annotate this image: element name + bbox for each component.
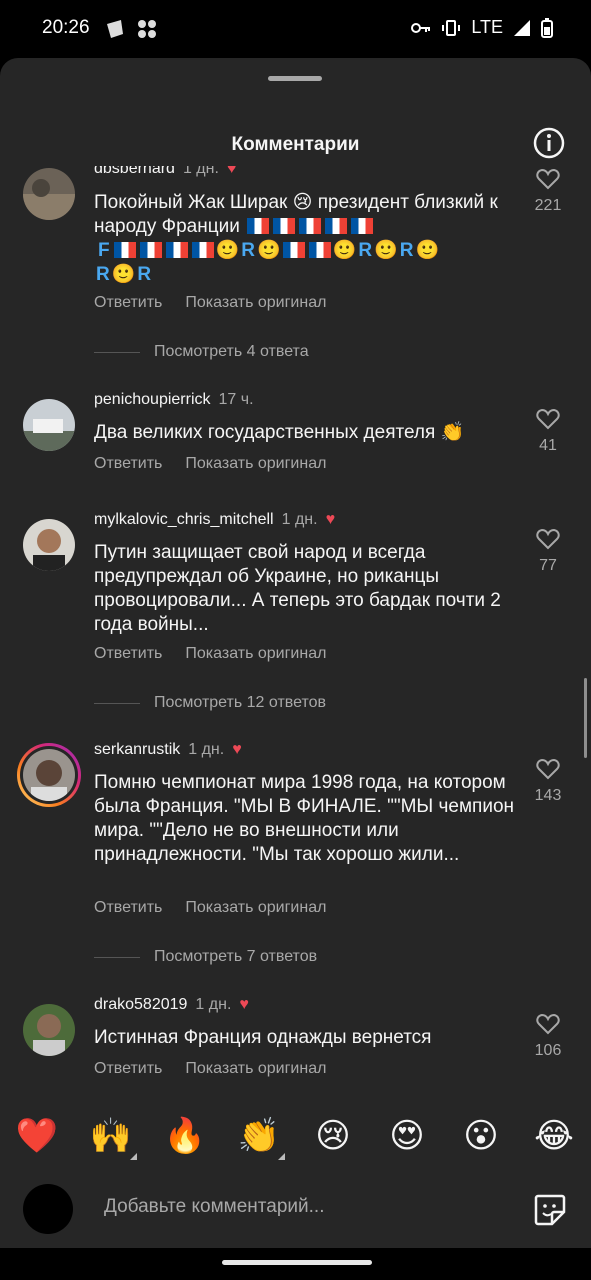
like-count: 41 [539, 437, 557, 454]
comment-time: 17 ч. [218, 391, 254, 408]
comment-username[interactable]: drako582019 [94, 996, 187, 1014]
status-system-icons: LTE [411, 17, 553, 38]
drag-handle[interactable] [268, 76, 322, 81]
show-original-button[interactable]: Показать оригинал [185, 455, 326, 473]
like-control[interactable]: 106 [528, 1013, 568, 1060]
comment-username[interactable]: mylkalovic_chris_mitchell [94, 511, 274, 529]
like-control[interactable]: 221 [528, 168, 568, 215]
show-original-button[interactable]: Показать оригинал [185, 645, 326, 663]
avatar[interactable] [23, 399, 75, 451]
comment-username[interactable]: serkanrustik [94, 741, 180, 759]
emoji-art-row: F 🙂 R 🙂 🙂 R 🙂 R 🙂 [98, 240, 440, 261]
scrollbar[interactable] [584, 678, 587, 758]
creator-heart-icon: ♥ [239, 996, 249, 1013]
heart-outline-icon[interactable] [536, 1013, 560, 1035]
creator-heart-icon: ♥ [226, 166, 237, 177]
comment-username[interactable]: penichoupierrick [94, 391, 211, 409]
status-time: 20:26 [42, 17, 90, 38]
reply-button[interactable]: Ответить [94, 455, 162, 473]
avatar[interactable] [23, 168, 75, 220]
story-avatar[interactable] [17, 743, 81, 807]
sheet-title: Комментарии [231, 134, 360, 155]
emoji-laugh-button[interactable]: 😂 [532, 1116, 576, 1156]
show-original-button[interactable]: Показать оригинал [185, 294, 326, 312]
shield-icon [107, 20, 123, 38]
home-gesture-handle[interactable] [222, 1260, 372, 1265]
like-count: 106 [534, 1042, 562, 1059]
my-avatar [23, 1184, 73, 1234]
comment-text: Помню чемпионат мира 1998 года, на котор… [94, 772, 515, 865]
like-control[interactable]: 143 [528, 758, 568, 805]
view-replies-label[interactable]: Посмотреть 7 ответов [154, 948, 317, 966]
comment-time: 1 дн. [195, 996, 232, 1013]
comment-time: 1 дн. [182, 166, 219, 177]
status-bar: 20:26 LTE [0, 0, 591, 58]
reply-button[interactable]: Ответить [94, 899, 162, 917]
info-icon[interactable] [532, 126, 566, 160]
emoji-heart-eyes-button[interactable]: 😍 [385, 1116, 429, 1156]
heart-outline-icon[interactable] [536, 528, 560, 550]
apps-icon [138, 20, 156, 38]
view-replies[interactable]: Посмотреть 7 ответов [94, 948, 317, 966]
comment-text: Истинная Франция однажды вернется [94, 1027, 432, 1048]
creator-heart-icon: ♥ [232, 741, 242, 758]
key-icon [411, 22, 431, 33]
emoji-cry-button[interactable]: 😢 [311, 1116, 355, 1156]
view-replies[interactable]: Посмотреть 4 ответа [94, 343, 309, 361]
show-original-button[interactable]: Показать оригинал [185, 1060, 326, 1078]
comment-text: Путин защищает свой народ и всегда преду… [94, 542, 501, 635]
view-replies-label[interactable]: Посмотреть 12 ответов [154, 694, 326, 712]
comments-sheet: Комментарии dbsbernard 1 дн. ♥ Покойный … [0, 58, 591, 1248]
navigation-bar [0, 1248, 591, 1280]
like-count: 221 [534, 197, 562, 214]
comment-time: 1 дн. [188, 741, 225, 758]
vibrate-icon [442, 19, 461, 36]
view-replies-label[interactable]: Посмотреть 4 ответа [154, 343, 309, 361]
flag-emoji-row [245, 216, 375, 237]
comment-text: Два великих государственных деятеля 👏 [94, 422, 465, 443]
view-replies[interactable]: Посмотреть 12 ответов [94, 694, 326, 712]
comment-composer: Добавьте комментарий... [0, 1176, 591, 1248]
comment-username[interactable]: dbsbernard [94, 166, 175, 178]
emoji-wow-button[interactable]: 😮 [459, 1116, 503, 1156]
comment-time: 1 дн. [281, 511, 318, 528]
comments-list[interactable]: dbsbernard 1 дн. ♥ Покойный Жак Ширак 😢 … [0, 166, 591, 1106]
emoji-clap-button[interactable]: 👏 [237, 1116, 285, 1160]
reply-button[interactable]: Ответить [94, 1060, 162, 1078]
emoji-raised-hands-button[interactable]: 🙌 [89, 1116, 137, 1160]
battery-icon [541, 17, 553, 38]
heart-outline-icon[interactable] [536, 168, 560, 190]
emoji-heart-button[interactable]: ❤️ [15, 1116, 59, 1156]
status-notification-icons [104, 18, 158, 40]
like-count: 77 [539, 557, 557, 574]
like-control[interactable]: 41 [528, 408, 568, 455]
signal-icon [514, 19, 530, 36]
like-control[interactable]: 77 [528, 528, 568, 575]
sticker-icon[interactable] [532, 1192, 568, 1228]
reply-button[interactable]: Ответить [94, 294, 162, 312]
creator-heart-icon: ♥ [325, 511, 336, 528]
avatar[interactable] [23, 1004, 75, 1056]
heart-outline-icon[interactable] [536, 758, 560, 780]
emoji-art-row: R 🙂 R [96, 264, 152, 285]
reply-button[interactable]: Ответить [94, 645, 162, 663]
like-count: 143 [534, 787, 562, 804]
show-original-button[interactable]: Показать оригинал [185, 899, 326, 917]
heart-outline-icon[interactable] [536, 408, 560, 430]
network-type: LTE [471, 17, 503, 37]
emoji-fire-button[interactable]: 🔥 [163, 1116, 207, 1156]
avatar[interactable] [23, 519, 75, 571]
comment-input[interactable]: Добавьте комментарий... [104, 1196, 324, 1218]
